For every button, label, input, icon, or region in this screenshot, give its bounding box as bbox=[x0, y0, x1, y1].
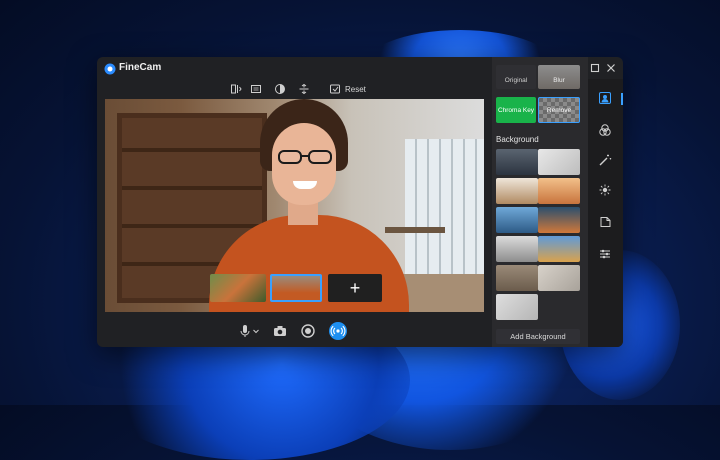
close-icon[interactable] bbox=[603, 60, 619, 76]
scene-thumbnail[interactable] bbox=[210, 274, 266, 302]
background-thumbnail[interactable] bbox=[496, 265, 538, 291]
background-thumbnail[interactable] bbox=[538, 265, 580, 291]
magic-wand-icon[interactable] bbox=[598, 153, 612, 167]
microphone-icon[interactable] bbox=[237, 323, 253, 339]
contrast-icon[interactable] bbox=[274, 83, 286, 95]
reset-icon bbox=[329, 83, 341, 95]
effects-rail bbox=[588, 79, 623, 347]
preset-label: Remove bbox=[546, 107, 572, 114]
background-thumbnail[interactable] bbox=[496, 236, 538, 262]
background-thumbnail[interactable] bbox=[496, 207, 538, 233]
reset-button[interactable]: Reset bbox=[329, 83, 366, 95]
add-scene-button[interactable]: + bbox=[328, 274, 382, 302]
ai-effects-icon[interactable] bbox=[598, 183, 612, 197]
preset-blur[interactable]: Blur bbox=[538, 65, 580, 89]
live-stream-icon[interactable] bbox=[329, 322, 347, 340]
background-thumbnail[interactable] bbox=[496, 149, 538, 175]
preset-original[interactable]: Original bbox=[496, 65, 536, 89]
glasses bbox=[278, 150, 332, 164]
background-thumbnail[interactable] bbox=[538, 178, 580, 204]
preview-toolbar: Reset bbox=[97, 79, 492, 99]
background-section-title: Background bbox=[496, 135, 539, 144]
desk bbox=[385, 227, 445, 233]
preset-label: Blur bbox=[553, 77, 565, 84]
preset-chroma-key[interactable]: Chroma Key bbox=[496, 97, 536, 123]
settings-sliders-icon[interactable] bbox=[598, 247, 612, 261]
camera-preview: + bbox=[105, 99, 484, 312]
background-thumbnail[interactable] bbox=[538, 236, 580, 262]
app-window: FineCam Reset + Original Blur Chroma Key… bbox=[97, 57, 623, 347]
flip-icon[interactable] bbox=[298, 83, 310, 95]
reset-label: Reset bbox=[345, 84, 366, 94]
scene-thumbnail-selected[interactable] bbox=[270, 274, 322, 302]
background-thumbnail[interactable] bbox=[538, 207, 580, 233]
add-background-button[interactable]: Add Background bbox=[496, 329, 580, 344]
preset-label: Original bbox=[504, 77, 528, 84]
filters-icon[interactable] bbox=[598, 123, 612, 137]
camera-icon[interactable] bbox=[272, 323, 288, 339]
rail-active-indicator bbox=[621, 93, 623, 105]
portrait-icon[interactable] bbox=[598, 91, 612, 105]
record-icon[interactable] bbox=[300, 323, 316, 339]
background-thumbnail[interactable] bbox=[538, 149, 580, 175]
office-window bbox=[405, 139, 484, 289]
effects-panel: Original Blur Chroma Key Remove Backgrou… bbox=[492, 57, 588, 347]
mirror-icon[interactable] bbox=[230, 83, 242, 95]
sticker-icon[interactable] bbox=[598, 215, 612, 229]
maximize-icon[interactable] bbox=[587, 60, 603, 76]
bottom-controls bbox=[97, 315, 492, 347]
preset-label: Chroma Key bbox=[497, 107, 535, 114]
background-thumbnail[interactable] bbox=[496, 294, 538, 320]
aspect-ratio-icon[interactable] bbox=[250, 83, 262, 95]
preset-remove[interactable]: Remove bbox=[538, 97, 580, 123]
background-thumbnail[interactable] bbox=[496, 178, 538, 204]
app-title: FineCam bbox=[119, 62, 162, 73]
app-logo-icon bbox=[104, 62, 116, 75]
chevron-down-icon[interactable] bbox=[252, 323, 260, 339]
scene-strip: + bbox=[210, 274, 386, 302]
